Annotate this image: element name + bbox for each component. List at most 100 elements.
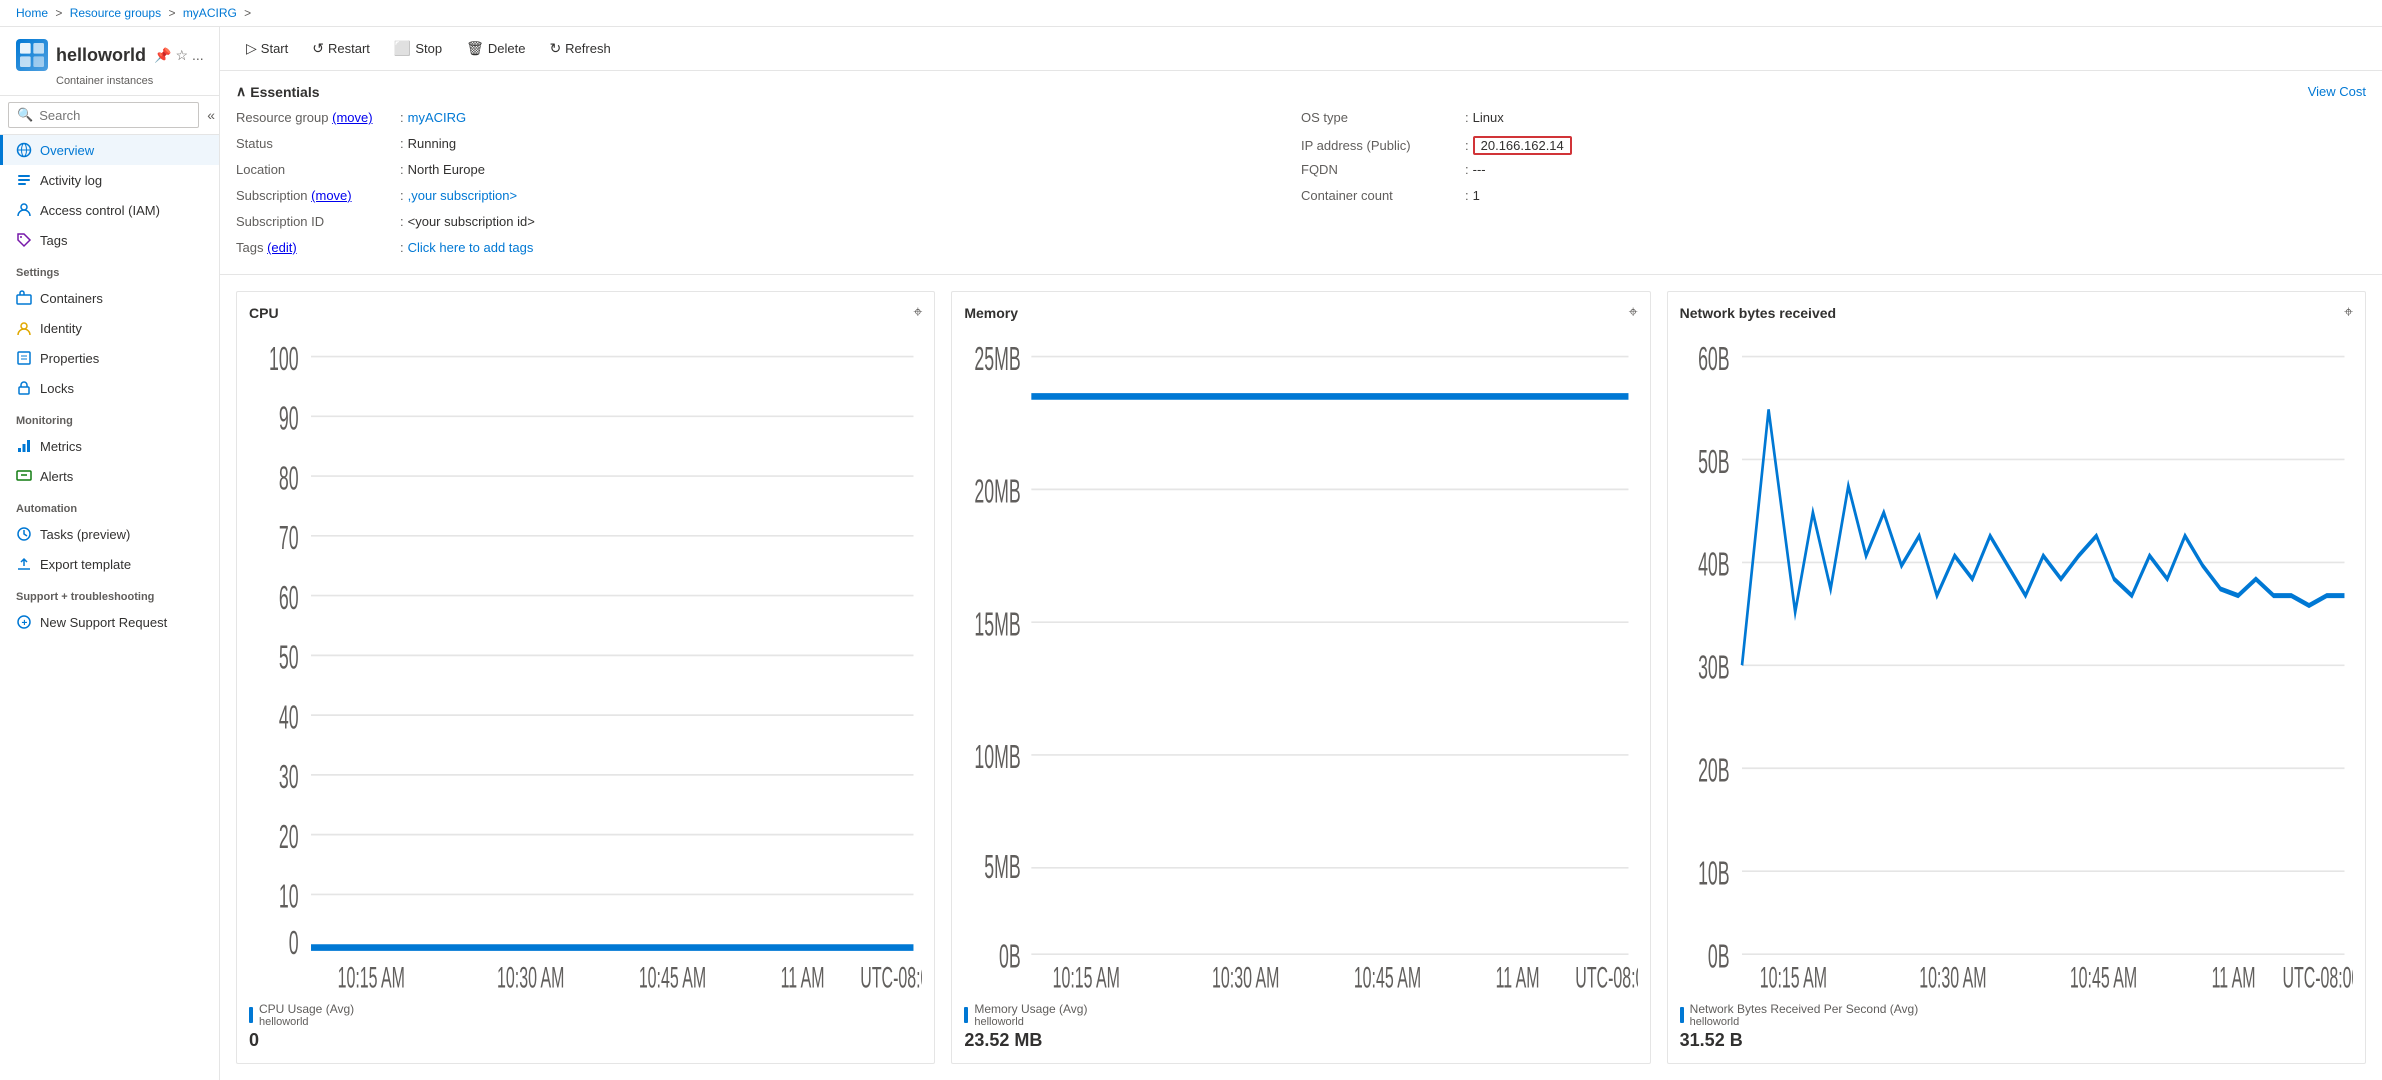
sidebar-item-access-control[interactable]: Access control (IAM) — [0, 195, 219, 225]
memory-legend-sublabel: helloworld — [974, 1016, 1087, 1028]
subscription-link[interactable]: ,your subscription> — [408, 188, 517, 203]
svg-text:50: 50 — [279, 639, 299, 676]
essentials-row-subscription: Subscription (move) : ,your subscription… — [236, 188, 1301, 210]
cpu-chart-card: CPU ⌖ 100 90 80 70 60 50 40 30 20 — [236, 291, 935, 1064]
memory-legend-label: Memory Usage (Avg) — [974, 1002, 1087, 1016]
export-icon — [16, 556, 32, 572]
start-icon: ▷ — [246, 40, 257, 57]
identity-icon — [16, 320, 32, 336]
content-area: ▷ Start ↺ Restart ⬜ Stop 🗑 Delete ↻ Refr… — [220, 27, 2382, 1080]
sidebar-item-activity-log[interactable]: Activity log — [0, 165, 219, 195]
breadcrumb-resource-groups[interactable]: Resource groups — [70, 6, 161, 20]
svg-text:10:15 AM: 10:15 AM — [1759, 961, 1826, 994]
svg-text:UTC-08:00: UTC-08:00 — [2282, 961, 2353, 994]
delete-button[interactable]: 🗑 Delete — [456, 35, 535, 62]
network-chart-title: Network bytes received — [1680, 305, 1836, 321]
essentials-row-location: Location : North Europe — [236, 162, 1301, 184]
collapse-button[interactable]: « — [203, 103, 219, 127]
search-box[interactable]: 🔍 — [8, 102, 199, 128]
stop-icon: ⬜ — [394, 40, 411, 57]
restart-button[interactable]: ↺ Restart — [302, 35, 380, 62]
sidebar-item-metrics[interactable]: Metrics — [0, 431, 219, 461]
globe-icon — [16, 142, 32, 158]
breadcrumb: Home > Resource groups > myACIRG > — [0, 0, 2382, 27]
svg-text:11 AM: 11 AM — [1496, 961, 1540, 994]
svg-text:40: 40 — [279, 698, 299, 735]
svg-text:0B: 0B — [999, 937, 1021, 974]
list-icon — [16, 172, 32, 188]
svg-text:10:45 AM: 10:45 AM — [1354, 961, 1421, 994]
svg-text:40B: 40B — [1698, 546, 1730, 583]
search-icon: 🔍 — [17, 107, 33, 123]
start-button[interactable]: ▷ Start — [236, 35, 298, 62]
rg-link[interactable]: myACIRG — [408, 110, 467, 125]
refresh-button[interactable]: ↻ Refresh — [539, 35, 620, 62]
breadcrumb-resource-group[interactable]: myACIRG — [183, 6, 237, 20]
star-icon[interactable]: ☆ — [175, 47, 188, 64]
network-legend-label: Network Bytes Received Per Second (Avg) — [1690, 1002, 1919, 1016]
memory-chart-footer: Memory Usage (Avg) helloworld 23.52 MB — [964, 1002, 1637, 1051]
pin-icon[interactable]: 📌 — [154, 47, 171, 64]
memory-value: 23.52 MB — [964, 1030, 1637, 1051]
memory-chart-card: Memory ⌖ 25MB 20MB 15MB 10MB 5MB 0B — [951, 291, 1650, 1064]
sidebar-item-label-containers: Containers — [40, 291, 103, 306]
app-title: helloworld — [56, 45, 146, 66]
restart-icon: ↺ — [312, 40, 324, 57]
cpu-legend-label: CPU Usage (Avg) — [259, 1002, 354, 1016]
sidebar-item-overview[interactable]: Overview — [0, 135, 219, 165]
sidebar-item-tasks[interactable]: Tasks (preview) — [0, 519, 219, 549]
sidebar-item-label-metrics: Metrics — [40, 439, 82, 454]
svg-text:20: 20 — [279, 818, 299, 855]
tags-link[interactable]: Click here to add tags — [408, 240, 534, 255]
cpu-chart-footer: CPU Usage (Avg) helloworld 0 — [249, 1002, 922, 1051]
sidebar-item-containers[interactable]: Containers — [0, 283, 219, 313]
app-title-actions: 📌 ☆ ... — [154, 47, 204, 64]
svg-text:0B: 0B — [1708, 937, 1730, 974]
sidebar: helloworld 📌 ☆ ... Container instances 🔍… — [0, 27, 220, 1080]
network-pin-icon[interactable]: ⌖ — [2344, 304, 2353, 322]
person-icon — [16, 202, 32, 218]
cpu-legend-color — [249, 1007, 253, 1023]
app-icon — [16, 39, 48, 71]
more-icon[interactable]: ... — [192, 47, 204, 64]
sidebar-item-export-template[interactable]: Export template — [0, 549, 219, 579]
svg-text:10:15 AM: 10:15 AM — [1053, 961, 1120, 994]
memory-pin-icon[interactable]: ⌖ — [1629, 304, 1638, 322]
essentials-left-col: Resource group (move) : myACIRG Status :… — [236, 110, 1301, 262]
essentials-section: ∧ Essentials View Cost Resource group (m… — [220, 71, 2382, 275]
svg-text:5MB: 5MB — [985, 848, 1021, 885]
sidebar-item-identity[interactable]: Identity — [0, 313, 219, 343]
metrics-icon — [16, 438, 32, 454]
cpu-pin-icon[interactable]: ⌖ — [913, 304, 922, 322]
sidebar-item-tags[interactable]: Tags — [0, 225, 219, 255]
network-chart-footer: Network Bytes Received Per Second (Avg) … — [1680, 1002, 2353, 1051]
network-legend-color — [1680, 1007, 1684, 1023]
breadcrumb-home[interactable]: Home — [16, 6, 48, 20]
chevron-down-icon: ∧ — [236, 83, 246, 100]
lock-icon — [16, 380, 32, 396]
svg-text:11 AM: 11 AM — [781, 961, 825, 994]
sidebar-item-properties[interactable]: Properties — [0, 343, 219, 373]
sidebar-item-alerts[interactable]: Alerts — [0, 461, 219, 491]
search-input[interactable] — [39, 108, 190, 123]
sidebar-item-label-new-support: New Support Request — [40, 615, 167, 630]
svg-text:30: 30 — [279, 758, 299, 795]
sidebar-item-label-tasks: Tasks (preview) — [40, 527, 130, 542]
svg-text:60: 60 — [279, 579, 299, 616]
cpu-value: 0 — [249, 1030, 922, 1051]
sidebar-item-locks[interactable]: Locks — [0, 373, 219, 403]
svg-text:UTC-08:00: UTC-08:00 — [1576, 961, 1638, 994]
stop-button[interactable]: ⬜ Stop — [384, 35, 452, 62]
network-legend-sublabel: helloworld — [1690, 1016, 1919, 1028]
section-label-settings: Settings — [0, 255, 219, 283]
svg-text:10:45 AM: 10:45 AM — [2069, 961, 2136, 994]
view-cost-link[interactable]: View Cost — [2308, 84, 2366, 99]
sidebar-item-new-support[interactable]: + New Support Request — [0, 607, 219, 637]
section-label-monitoring: Monitoring — [0, 403, 219, 431]
sidebar-item-label-tags: Tags — [40, 233, 67, 248]
toolbar: ▷ Start ↺ Restart ⬜ Stop 🗑 Delete ↻ Refr… — [220, 27, 2382, 71]
essentials-row-container-count: Container count : 1 — [1301, 188, 2366, 210]
cpu-legend-sublabel: helloworld — [259, 1016, 354, 1028]
cpu-chart-body: 100 90 80 70 60 50 40 30 20 10 0 — [249, 330, 922, 994]
svg-text:30B: 30B — [1698, 649, 1730, 686]
